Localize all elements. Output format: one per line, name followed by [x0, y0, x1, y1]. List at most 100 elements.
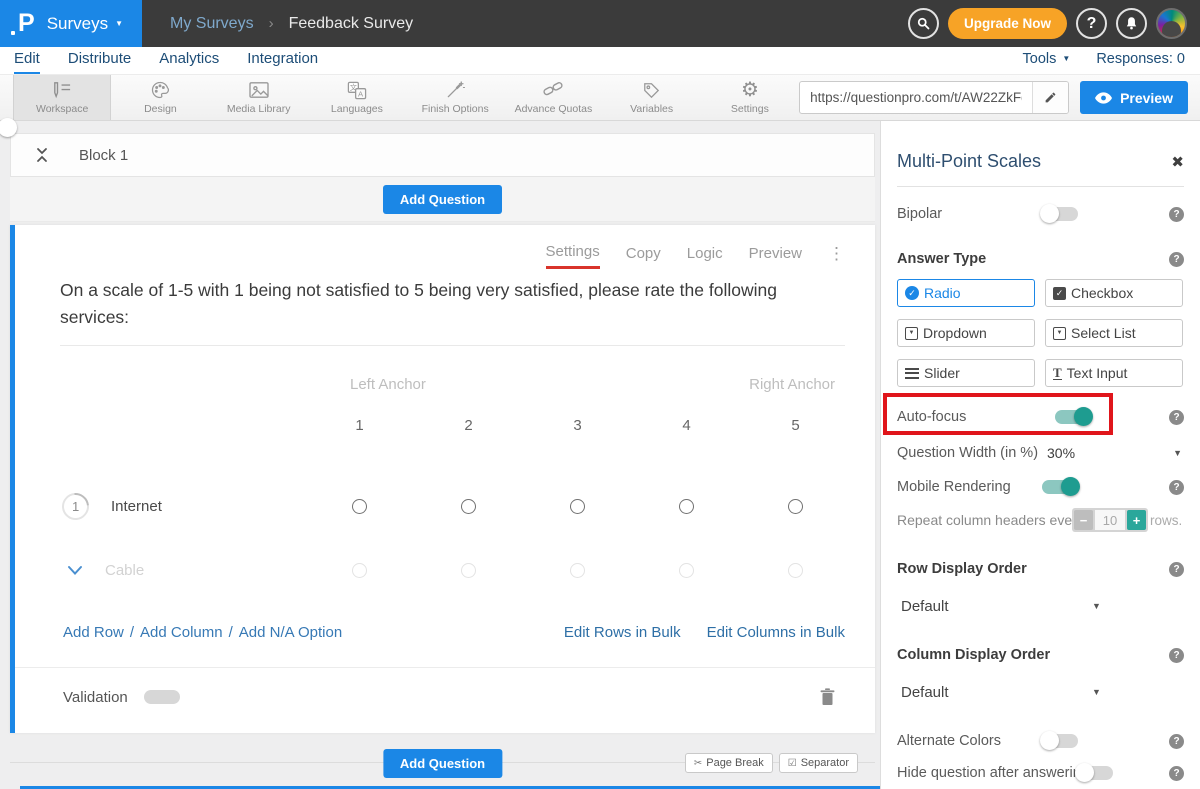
page-break-button[interactable]: ✂ Page Break — [685, 753, 773, 773]
help-icon[interactable]: ? — [1169, 480, 1184, 495]
tab-edit[interactable]: Edit — [14, 50, 40, 74]
row-display-order-value[interactable]: Default — [901, 598, 949, 615]
answer-type-slider[interactable]: Slider — [897, 359, 1035, 387]
notifications-button[interactable] — [1116, 8, 1147, 39]
answer-type-radio[interactable]: ✓ Radio — [897, 279, 1035, 307]
help-icon[interactable]: ? — [1169, 207, 1184, 222]
help-icon[interactable]: ? — [1169, 410, 1184, 425]
help-icon[interactable]: ? — [1169, 562, 1184, 577]
toolbar-item-settings[interactable]: ⚙ Settings — [701, 75, 799, 120]
tab-integration[interactable]: Integration — [247, 50, 318, 74]
chevron-down-icon[interactable]: ▼ — [1092, 601, 1101, 611]
question-width-row: Question Width (in %) 30% ▼ — [897, 439, 1184, 467]
answer-type-label: Radio — [924, 285, 961, 301]
radio-cable-1[interactable] — [352, 563, 367, 578]
tab-distribute[interactable]: Distribute — [68, 50, 131, 74]
column-display-order-value[interactable]: Default — [901, 684, 949, 701]
help-icon[interactable]: ? — [1169, 734, 1184, 749]
repeat-headers-input[interactable] — [1095, 510, 1125, 530]
toolbar-item-design[interactable]: Design — [111, 75, 209, 120]
answer-type-select-list[interactable]: ▼ Select List — [1045, 319, 1183, 347]
nav-right: Tools ▼ Responses: 0 — [1023, 51, 1200, 74]
user-avatar[interactable] — [1156, 8, 1187, 39]
alternate-colors-toggle[interactable] — [1042, 734, 1078, 748]
row-label-cable[interactable]: Cable — [105, 562, 144, 579]
mobile-rendering-toggle[interactable] — [1042, 480, 1078, 494]
add-na-option-link[interactable]: Add N/A Option — [239, 624, 342, 641]
chevron-down-icon[interactable] — [67, 565, 83, 576]
add-question-button-bottom[interactable]: Add Question — [383, 749, 502, 778]
toolbar-item-variables[interactable]: Variables — [603, 75, 701, 120]
pencil-icon — [1044, 91, 1057, 104]
chevron-down-icon[interactable]: ▼ — [1173, 448, 1182, 458]
responses-count[interactable]: Responses: 0 — [1096, 51, 1185, 67]
stepper-plus-button[interactable]: + — [1127, 510, 1146, 530]
question-tab-logic[interactable]: Logic — [687, 245, 723, 268]
add-column-link[interactable]: Add Column — [140, 624, 223, 641]
toolbar-item-finish-options[interactable]: Finish Options — [406, 75, 504, 120]
left-anchor-label[interactable]: Left Anchor — [350, 376, 426, 393]
bipolar-toggle[interactable] — [1042, 207, 1078, 221]
hide-question-toggle[interactable] — [1077, 766, 1113, 780]
radio-internet-3[interactable] — [570, 499, 585, 514]
radio-cable-5[interactable] — [788, 563, 803, 578]
delete-question-button[interactable] — [820, 688, 835, 706]
toolbar-item-media-library[interactable]: Media Library — [210, 75, 308, 120]
question-tab-preview[interactable]: Preview — [749, 245, 802, 268]
separator-button[interactable]: ☑ Separator — [779, 753, 858, 773]
edit-columns-in-bulk-link[interactable]: Edit Columns in Bulk — [707, 624, 845, 641]
radio-cable-2[interactable] — [461, 563, 476, 578]
radio-cable-4[interactable] — [679, 563, 694, 578]
answer-type-checkbox[interactable]: ✓ Checkbox — [1045, 279, 1183, 307]
add-row-link[interactable]: Add Row — [63, 624, 124, 641]
question-tab-settings[interactable]: Settings — [546, 243, 600, 269]
question-tab-copy[interactable]: Copy — [626, 245, 661, 268]
radio-internet-5[interactable] — [788, 499, 803, 514]
upgrade-now-button[interactable]: Upgrade Now — [948, 8, 1067, 39]
question-width-value[interactable]: 30% — [1047, 445, 1075, 461]
collapse-block-button[interactable] — [35, 147, 49, 163]
search-button[interactable] — [908, 8, 939, 39]
settings-panel: Multi-Point Scales ✖ Bipolar ? Answer Ty… — [880, 121, 1200, 789]
tab-analytics[interactable]: Analytics — [159, 50, 219, 74]
radio-internet-1[interactable] — [352, 499, 367, 514]
edit-url-button[interactable] — [1032, 81, 1068, 114]
row-label-internet[interactable]: Internet — [111, 498, 162, 515]
toolbar-item-advance-quotas[interactable]: Advance Quotas — [504, 75, 602, 120]
answer-type-dropdown[interactable]: ▼ Dropdown — [897, 319, 1035, 347]
matrix-row-internet: 1 Internet — [30, 474, 875, 538]
close-panel-icon[interactable]: ✖ — [1171, 153, 1184, 171]
help-icon[interactable]: ? — [1169, 766, 1184, 781]
survey-url-input[interactable] — [800, 90, 1032, 105]
app-menu[interactable]: P Surveys ▼ — [0, 0, 142, 47]
right-anchor-label[interactable]: Right Anchor — [749, 376, 835, 393]
radio-internet-2[interactable] — [461, 499, 476, 514]
column-display-order-select[interactable]: Default ▼ — [897, 681, 1184, 703]
row-display-order-select[interactable]: Default ▼ — [897, 595, 1184, 617]
add-question-button-top[interactable]: Add Question — [383, 185, 502, 214]
question-text[interactable]: On a scale of 1-5 with 1 being not satis… — [60, 277, 850, 331]
question-more-menu-icon[interactable]: ⋮ — [828, 244, 845, 268]
toolbar-item-languages[interactable]: 文A Languages — [308, 75, 406, 120]
stepper-minus-button[interactable]: − — [1074, 510, 1093, 530]
help-icon[interactable]: ? — [1169, 252, 1184, 267]
panel-divider — [897, 186, 1184, 187]
alternate-colors-row: Alternate Colors ? — [897, 727, 1184, 755]
tools-menu[interactable]: Tools ▼ — [1023, 51, 1071, 67]
breadcrumb-my-surveys[interactable]: My Surveys — [170, 15, 254, 33]
radio-cable-3[interactable] — [570, 563, 585, 578]
product-switcher[interactable]: Surveys ▼ — [47, 14, 123, 34]
validation-toggle[interactable] — [144, 690, 180, 704]
help-button[interactable]: ? — [1076, 8, 1107, 39]
edit-rows-in-bulk-link[interactable]: Edit Rows in Bulk — [564, 624, 681, 641]
radio-internet-4[interactable] — [679, 499, 694, 514]
section-tabs: Edit Distribute Analytics Integration To… — [0, 47, 1200, 75]
answer-type-text-input[interactable]: T Text Input — [1045, 359, 1183, 387]
tools-label: Tools — [1023, 51, 1057, 67]
help-icon[interactable]: ? — [1169, 648, 1184, 663]
auto-focus-toggle[interactable] — [1055, 410, 1091, 424]
preview-button[interactable]: Preview — [1080, 81, 1188, 114]
chevron-down-icon[interactable]: ▼ — [1092, 687, 1101, 697]
repeat-headers-stepper: − + — [1072, 508, 1148, 532]
toolbar-item-workspace[interactable]: Workspace — [13, 75, 111, 120]
